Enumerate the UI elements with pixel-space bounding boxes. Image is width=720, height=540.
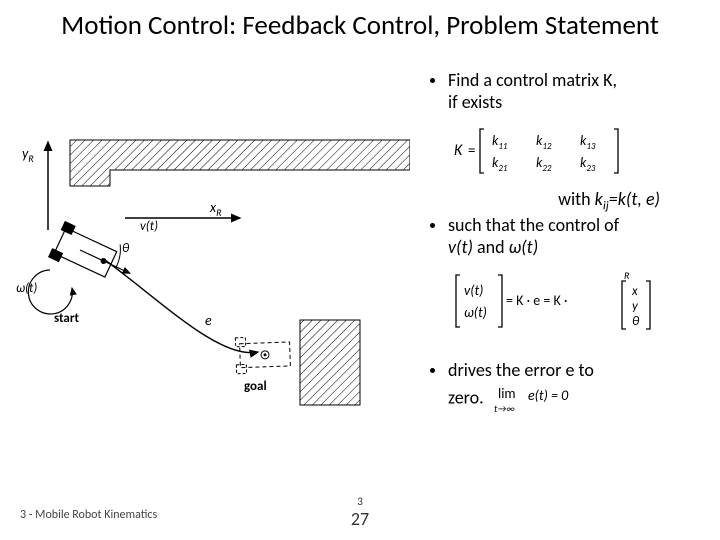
bullet-dot-icon: [430, 223, 435, 228]
svg-text:t→∞: t→∞: [494, 402, 515, 415]
svg-text:y: y: [632, 299, 639, 314]
svg-text:k11: k11: [492, 132, 508, 152]
page-number: 27: [351, 508, 369, 530]
svg-text:lim: lim: [498, 385, 516, 402]
bullet-1-line1: Find a control matrix K,: [448, 69, 617, 91]
svg-text:k23: k23: [580, 154, 596, 174]
bullet-2-line1: such that the control of: [448, 214, 619, 236]
svg-text:R: R: [624, 269, 630, 282]
with-line: with kij=k(t, e): [430, 189, 700, 214]
svg-text:K: K: [454, 141, 463, 160]
svg-text:k13: k13: [580, 132, 596, 152]
label-start: start: [54, 311, 79, 326]
bullet-dot-icon: [430, 368, 435, 373]
label-vt: v(t): [140, 219, 158, 234]
bullet-3-line2: zero.: [448, 386, 484, 408]
svg-text:θ: θ: [632, 314, 640, 329]
footer-center: 3 27: [351, 495, 369, 530]
footer-small-number: 3: [351, 495, 369, 508]
svg-text:k12: k12: [536, 132, 552, 152]
bullet-1-line2: if exists: [448, 91, 502, 113]
label-goal: goal: [244, 379, 267, 394]
svg-text:ω(t): ω(t): [464, 304, 487, 321]
footer-left: 3 - Mobile Robot Kinematics: [20, 508, 157, 522]
svg-text:= K · e = K ·: = K · e = K ·: [506, 292, 568, 309]
label-wt: ω(t): [16, 281, 37, 296]
svg-text:e(t) = 0: e(t) = 0: [528, 387, 569, 404]
bullet-dot-icon: [430, 78, 435, 83]
limit-equation: lim t→∞ e(t) = 0: [494, 382, 604, 416]
label-yR: yR: [22, 145, 34, 165]
bullet-2: such that the control of v(t) and ω(t): [430, 215, 700, 258]
svg-text:=: =: [468, 142, 475, 160]
slide-content: yR xR v(t) θ ω(t) start e goa: [0, 70, 720, 500]
svg-text:k22: k22: [536, 154, 552, 174]
bullet-3: drives the error e to zero. lim t→∞ e(t)…: [430, 360, 700, 416]
right-column: Find a control matrix K, if exists K = k…: [430, 70, 700, 420]
svg-text:v(t): v(t): [464, 282, 483, 299]
bullet-1: Find a control matrix K, if exists: [430, 70, 700, 113]
svg-text:k21: k21: [492, 154, 508, 174]
label-xR: xR: [209, 199, 222, 219]
label-e: e: [205, 312, 212, 329]
bullet-3-line1: drives the error e to: [448, 359, 594, 381]
k-matrix: K = k11 k12 k13 k21 k22 k23: [454, 125, 624, 177]
robot-diagram: yR xR v(t) θ ω(t) start e goa: [10, 130, 410, 410]
slide-title: Motion Control: Feedback Control, Proble…: [0, 0, 720, 41]
svg-text:x: x: [631, 284, 638, 299]
label-theta: θ: [122, 241, 130, 256]
control-equation: v(t) ω(t) = K · e = K · R x y θ: [454, 269, 664, 333]
